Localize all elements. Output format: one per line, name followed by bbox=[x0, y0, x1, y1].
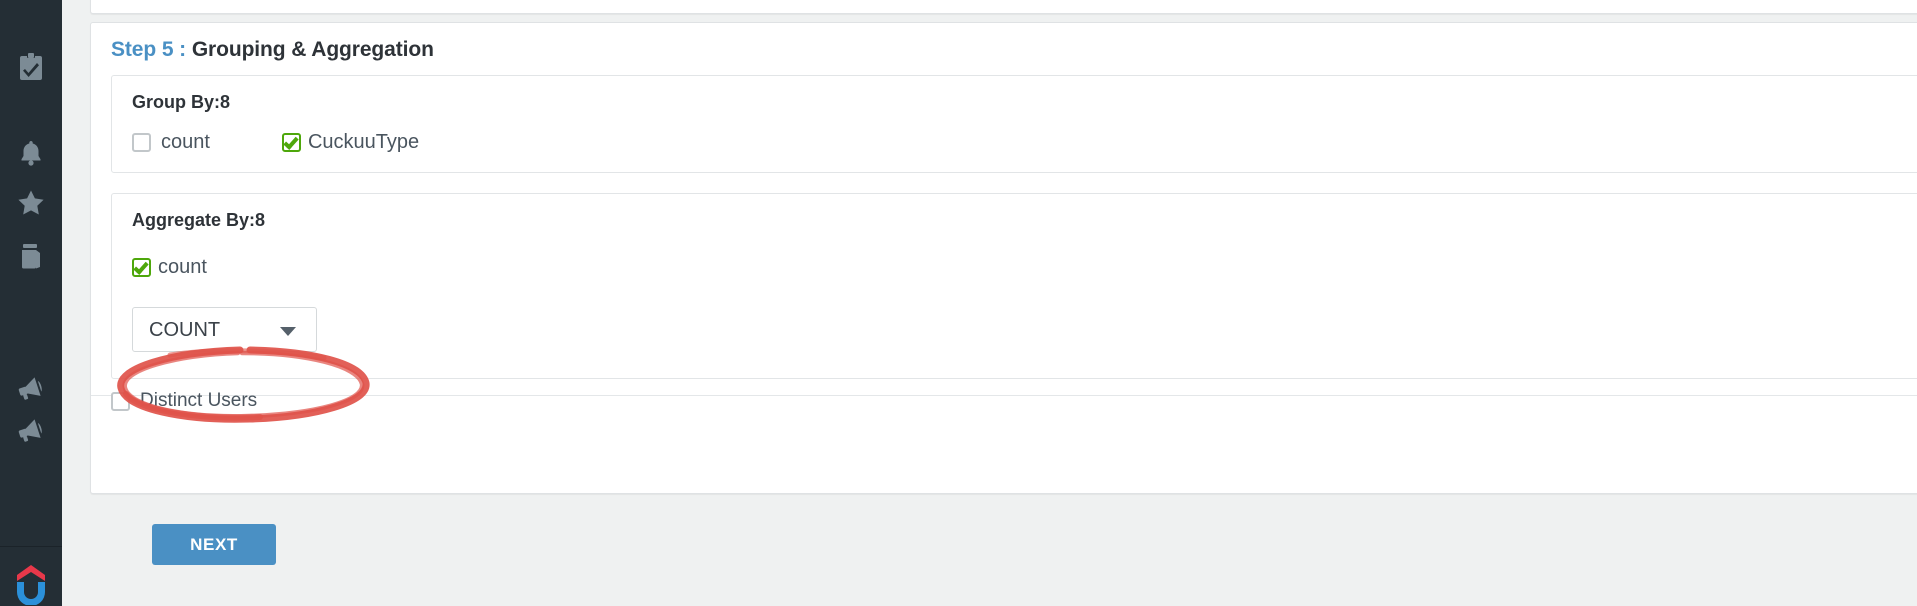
sidebar-divider bbox=[0, 546, 62, 547]
checkbox-box-checked[interactable] bbox=[132, 258, 151, 277]
sidebar-item-tasks[interactable] bbox=[0, 48, 62, 86]
checkbox-label: CuckuuType bbox=[307, 131, 420, 153]
megaphone-icon bbox=[16, 419, 46, 443]
megaphone-icon bbox=[16, 377, 46, 401]
aggregate-by-options: count bbox=[132, 256, 207, 279]
bell-icon bbox=[18, 139, 44, 167]
trash-icon bbox=[19, 243, 43, 271]
group-by-title: Group By:8 bbox=[132, 92, 231, 112]
left-icon-rail bbox=[0, 0, 62, 606]
section-divider bbox=[91, 395, 1917, 396]
aggregate-by-title: Aggregate By:8 bbox=[132, 210, 266, 230]
distinct-users-row: Distinct Users bbox=[111, 390, 257, 412]
group-by-section: Group By:8 count CuckuuType bbox=[111, 75, 1917, 173]
group-by-checkbox-count[interactable]: count bbox=[132, 131, 210, 154]
checkbox-label: Distinct Users bbox=[140, 390, 258, 411]
group-by-checkbox-cuckuutype[interactable]: CuckuuType bbox=[281, 131, 420, 154]
page-title: Step 5 : Grouping & Aggregation bbox=[111, 38, 434, 62]
star-icon bbox=[17, 189, 45, 216]
step-title-text: Grouping & Aggregation bbox=[191, 38, 434, 61]
step-5-panel: Step 5 : Grouping & Aggregation Group By… bbox=[90, 22, 1917, 494]
checkbox-box[interactable] bbox=[132, 133, 151, 152]
aggregate-function-select[interactable]: COUNT bbox=[132, 307, 317, 352]
sidebar-item-favorites[interactable] bbox=[0, 183, 62, 221]
app-logo[interactable] bbox=[0, 556, 62, 606]
sidebar-item-announcements-1[interactable] bbox=[0, 370, 62, 408]
sidebar-item-announcements-2[interactable] bbox=[0, 412, 62, 450]
distinct-users-checkbox[interactable]: Distinct Users bbox=[111, 390, 257, 412]
app-screenshot: Step 5 : Grouping & Aggregation Group By… bbox=[0, 0, 1917, 606]
sidebar-item-notifications[interactable] bbox=[0, 134, 62, 172]
main-content: Step 5 : Grouping & Aggregation Group By… bbox=[62, 0, 1917, 606]
checkbox-label: count bbox=[161, 131, 210, 153]
select-value: COUNT bbox=[149, 319, 221, 341]
aggregate-by-section: Aggregate By:8 count COUNT bbox=[111, 193, 1917, 379]
next-button[interactable]: NEXT bbox=[152, 524, 276, 565]
clipboard-check-icon bbox=[18, 52, 44, 82]
group-by-options: count CuckuuType bbox=[132, 131, 419, 154]
aggregate-by-checkbox-count[interactable]: count bbox=[132, 256, 207, 279]
checkbox-box-checked[interactable] bbox=[281, 133, 301, 152]
step-number: Step 5 : bbox=[111, 38, 187, 61]
checkbox-box[interactable] bbox=[111, 391, 130, 411]
shield-logo-icon bbox=[14, 563, 48, 606]
sidebar-item-archive[interactable] bbox=[0, 238, 62, 276]
bottom-strip bbox=[62, 594, 1917, 606]
left-icon-rail-items bbox=[0, 0, 62, 606]
chevron-down-icon bbox=[280, 327, 296, 336]
checkbox-label: count bbox=[158, 256, 207, 278]
previous-step-panel bbox=[90, 0, 1917, 14]
